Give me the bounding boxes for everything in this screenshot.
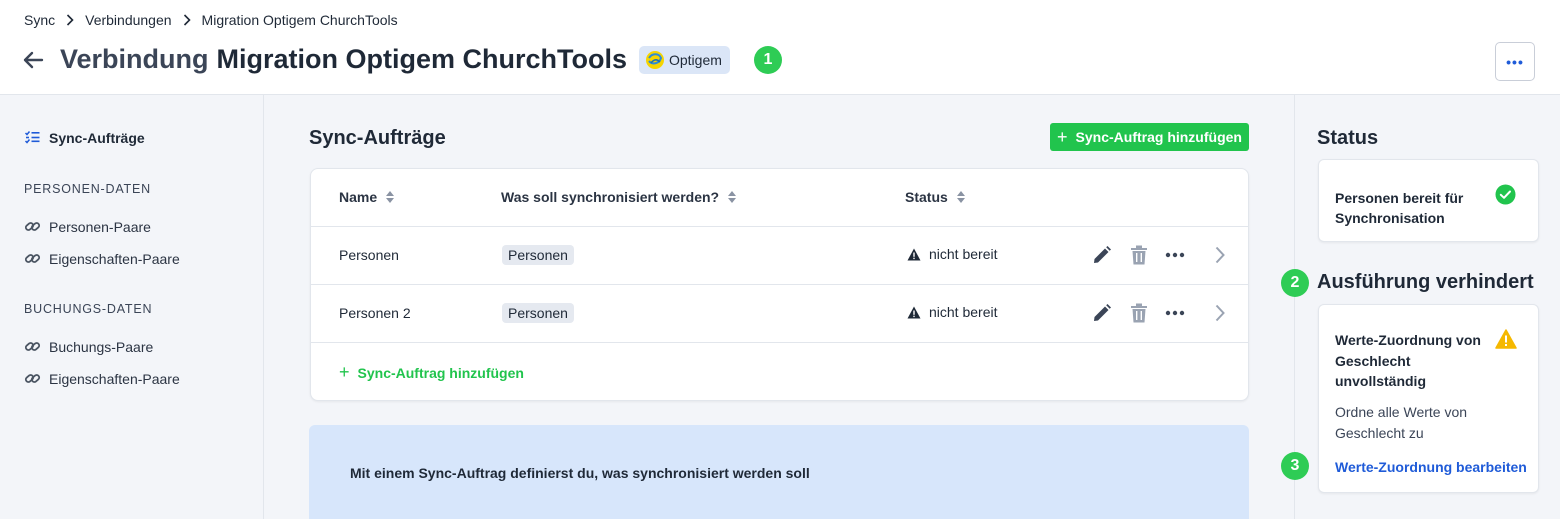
blocked-title: Ausführung verhindert (1317, 271, 1534, 293)
sort-icon (956, 190, 966, 204)
table-row-1-name[interactable]: Personen (339, 247, 399, 263)
edit-value-mapping-link[interactable]: Werte-Zuordnung bearbeiten (1335, 459, 1527, 475)
page-title-prefix: Verbindung (60, 44, 209, 74)
sidebar-item-label: Buchungs-Paare (49, 338, 154, 355)
column-label: Status (905, 189, 948, 205)
sidebar-item-eigenschaften-paare-buchungen[interactable]: Eigenschaften-Paare (24, 370, 180, 387)
status-card: Personen bereit für Synchronisation (1318, 159, 1539, 242)
sort-icon (385, 190, 395, 204)
chevron-right-icon (183, 14, 191, 26)
warning-icon (907, 248, 921, 261)
trash-icon[interactable] (1128, 302, 1150, 324)
column-header-what[interactable]: Was soll synchronisiert werden? (501, 189, 737, 205)
sidebar-item-label: Eigenschaften-Paare (49, 250, 180, 267)
sort-icon (727, 190, 737, 204)
divider (311, 342, 1248, 343)
warning-description: Ordne alle Werte von Geschlecht zu (1335, 404, 1468, 441)
link-icon (24, 218, 41, 235)
divider (311, 226, 1248, 227)
marker-3: 3 (1281, 452, 1309, 480)
link-icon (24, 338, 41, 355)
sidebar-item-eigenschaften-paare-personen[interactable]: Eigenschaften-Paare (24, 250, 180, 267)
warning-title: Werte-Zuordnung von Geschlecht unvollstä… (1335, 332, 1481, 389)
warning-icon (907, 306, 921, 319)
table-row-1-what: Personen (502, 245, 574, 265)
add-sync-job-button[interactable]: + Sync-Auftrag hinzufügen (1050, 123, 1249, 151)
marker-1: 1 (753, 45, 782, 74)
warning-card: Werte-Zuordnung von Geschlecht unvollstä… (1318, 304, 1539, 493)
sidebar-item-label: Sync-Aufträge (49, 129, 145, 146)
optigem-badge: Optigem (638, 45, 730, 74)
add-sync-job-link[interactable]: + Sync-Auftrag hinzufügen (339, 362, 524, 383)
info-box: Mit einem Sync-Auftrag definierst du, wa… (309, 425, 1249, 519)
breadcrumb-sync[interactable]: Sync (24, 12, 55, 28)
breadcrumb-verbindungen[interactable]: Verbindungen (85, 12, 171, 28)
plus-icon: + (1057, 126, 1068, 147)
chevron-right-icon[interactable] (1209, 302, 1231, 324)
plus-icon: + (339, 362, 350, 382)
optigem-logo-icon (645, 50, 665, 70)
status-text: nicht bereit (929, 246, 998, 262)
table-row-2-name[interactable]: Personen 2 (339, 305, 411, 321)
back-arrow-icon[interactable] (22, 49, 44, 71)
trash-icon[interactable] (1128, 244, 1150, 266)
type-pill: Personen (502, 303, 574, 323)
breadcrumb: Sync Verbindungen Migration Optigem Chur… (24, 12, 398, 28)
title-row: Verbindung Migration Optigem ChurchTools… (22, 44, 782, 75)
sidebar-section-buchungen: BUCHUNGS-DATEN (24, 302, 153, 316)
table-row-2-status: nicht bereit (907, 304, 997, 320)
edit-icon[interactable] (1091, 302, 1113, 324)
sidebar-item-label: Personen-Paare (49, 218, 151, 235)
column-header-status[interactable]: Status (905, 189, 966, 205)
marker-2: 2 (1281, 269, 1309, 297)
sidebar-item-sync-auftraege[interactable]: Sync-Aufträge (24, 129, 145, 146)
badge-label: Optigem (668, 51, 722, 68)
divider (311, 284, 1248, 285)
checklist-icon (24, 129, 41, 146)
table-row-1-status: nicht bereit (907, 246, 997, 262)
section-title: Sync-Aufträge (309, 127, 446, 149)
more-options-button[interactable]: ••• (1495, 42, 1535, 81)
more-icon[interactable] (1164, 244, 1186, 266)
sidebar-item-label: Eigenschaften-Paare (49, 370, 180, 387)
column-label: Was soll synchronisiert werden? (501, 189, 720, 205)
page-title: Migration Optigem ChurchTools (216, 44, 627, 74)
status-title: Status (1317, 127, 1379, 149)
status-text: nicht bereit (929, 304, 998, 320)
sync-jobs-table: Name Was soll synchronisiert werden? Sta… (310, 168, 1249, 401)
check-circle-icon (1495, 184, 1516, 205)
link-icon (24, 250, 41, 267)
column-header-name[interactable]: Name (339, 189, 395, 205)
link-icon (24, 370, 41, 387)
chevron-right-icon (66, 14, 74, 26)
info-text: Mit einem Sync-Auftrag definierst du, wa… (350, 465, 810, 481)
page-header: Sync Verbindungen Migration Optigem Chur… (0, 0, 1560, 95)
sidebar-item-personen-paare[interactable]: Personen-Paare (24, 218, 151, 235)
table-row-2-what: Personen (502, 303, 574, 323)
warning-icon (1495, 329, 1517, 349)
column-label: Name (339, 189, 378, 205)
add-link-label: Sync-Auftrag hinzufügen (357, 364, 524, 381)
more-icon[interactable] (1164, 302, 1186, 324)
edit-icon[interactable] (1091, 244, 1113, 266)
type-pill: Personen (502, 245, 574, 265)
sidebar-section-personen: PERSONEN-DATEN (24, 182, 151, 196)
sidebar-item-buchungs-paare[interactable]: Buchungs-Paare (24, 338, 153, 355)
add-sync-job-label: Sync-Auftrag hinzufügen (1075, 129, 1242, 145)
breadcrumb-current: Migration Optigem ChurchTools (201, 12, 398, 28)
status-text: Personen bereit für Synchronisation (1335, 190, 1464, 226)
chevron-right-icon[interactable] (1209, 244, 1231, 266)
